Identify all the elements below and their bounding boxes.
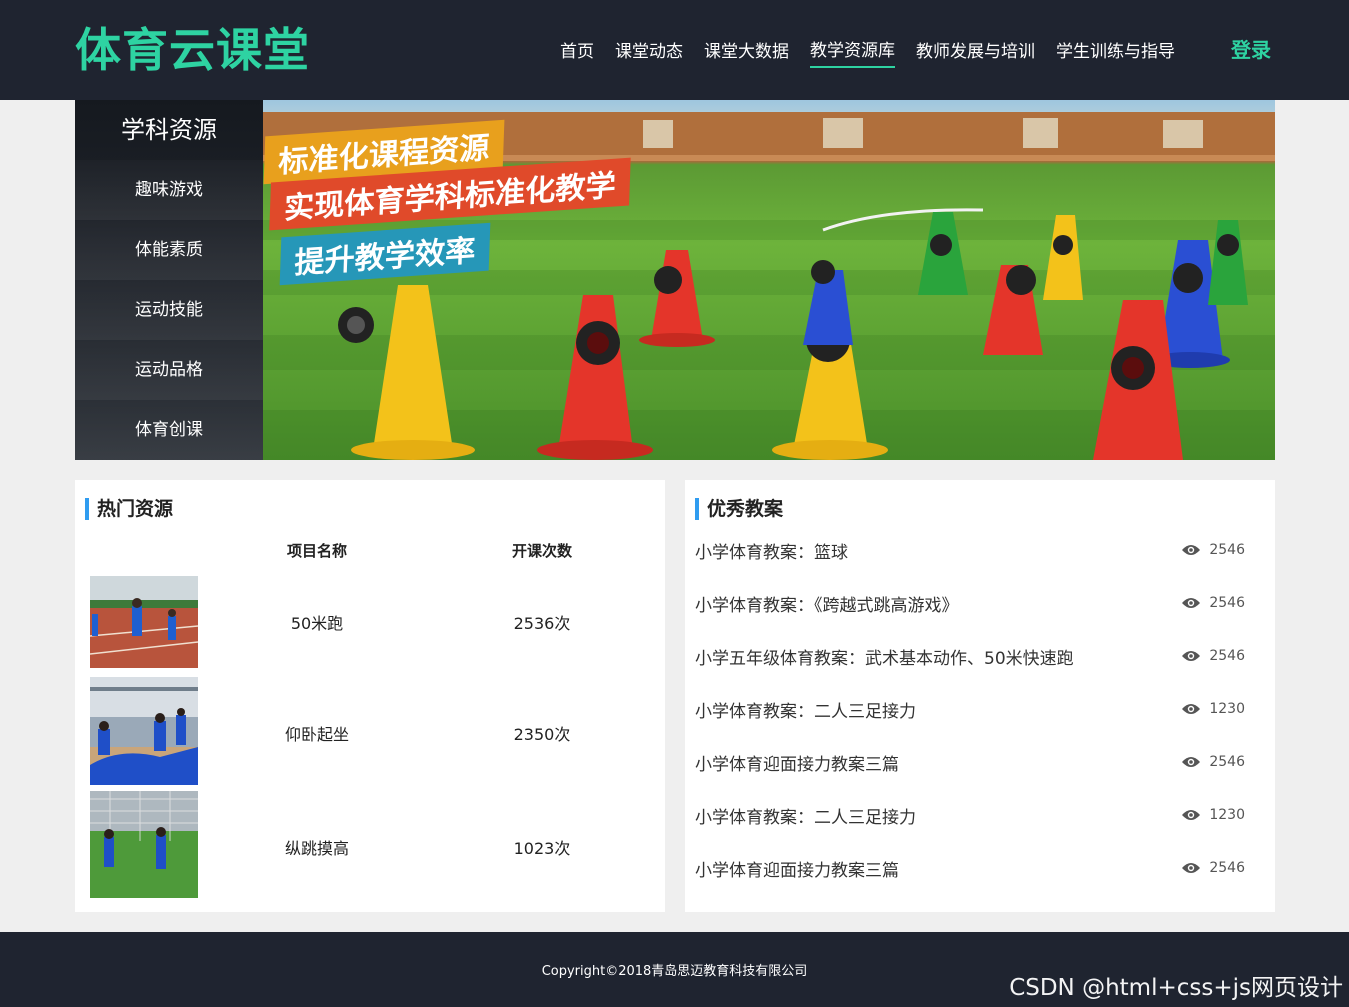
lesson-plan-title[interactable]: 小学体育教案：二人三足接力 <box>695 697 916 727</box>
view-count: 2546 <box>1181 750 1245 774</box>
eye-icon <box>1182 651 1201 661</box>
view-count: 2546 <box>1181 856 1245 880</box>
nav-item-class-big-data[interactable]: 课堂大数据 <box>704 39 789 67</box>
hot-resources-title: 热门资源 <box>85 498 173 520</box>
lesson-plan-title[interactable]: 小学体育迎面接力教案三篇 <box>695 856 899 886</box>
site-logo[interactable]: 体育云课堂 <box>75 22 310 78</box>
jump-field-photo <box>90 791 198 898</box>
view-count-value: 2546 <box>1209 542 1245 558</box>
main-nav: 首页 课堂动态 课堂大数据 教学资源库 教师发展与培训 学生训练与指导 <box>560 38 1196 68</box>
lesson-plan-title[interactable]: 小学体育教案：《跨越式跳高游戏》 <box>695 591 959 621</box>
list-item[interactable]: 小学五年级体育教案：武术基本动作、50米快速跑 2546 <box>695 644 1255 674</box>
column-header-class-count: 开课次数 <box>511 542 572 560</box>
top-header: 体育云课堂 首页 课堂动态 课堂大数据 教学资源库 教师发展与培训 学生训练与指… <box>0 0 1349 100</box>
eye-icon <box>1182 545 1201 555</box>
eye-icon <box>1182 810 1201 820</box>
hot-resources-panel: 热门资源 项目名称 开课次数 50米跑 2536次 仰卧起坐 2350次 纵跳摸… <box>75 480 665 912</box>
sidebar-item-sport-skills[interactable]: 运动技能 <box>75 280 263 340</box>
list-item[interactable]: 小学体育迎面接力教案三篇 2546 <box>695 856 1255 886</box>
list-item[interactable]: 小学体育教案：《跨越式跳高游戏》 2546 <box>695 591 1255 621</box>
sidebar-item-fun-games[interactable]: 趣味游戏 <box>75 160 263 220</box>
view-count-value: 1230 <box>1209 701 1245 717</box>
lesson-plan-title[interactable]: 小学体育迎面接力教案三篇 <box>695 750 899 780</box>
view-count-value: 1230 <box>1209 807 1245 823</box>
column-header-project-name: 项目名称 <box>286 542 347 560</box>
table-row[interactable]: 50米跑 2536次 <box>75 576 665 684</box>
lesson-plan-title[interactable]: 小学五年级体育教案：武术基本动作、50米快速跑 <box>695 644 1074 674</box>
nav-item-teaching-resources[interactable]: 教学资源库 <box>810 38 895 68</box>
view-count: 2546 <box>1181 538 1245 562</box>
view-count: 2546 <box>1181 591 1245 615</box>
nav-item-student-guidance[interactable]: 学生训练与指导 <box>1056 39 1175 67</box>
eye-icon <box>1182 863 1201 873</box>
list-item[interactable]: 小学体育迎面接力教案三篇 2546 <box>695 750 1255 780</box>
list-item[interactable]: 小学体育教案：二人三足接力 1230 <box>695 803 1255 833</box>
login-link[interactable]: 登录 <box>1231 35 1271 65</box>
resource-name: 50米跑 <box>290 614 344 633</box>
view-count-value: 2546 <box>1209 648 1245 664</box>
resource-thumbnail[interactable] <box>90 791 198 898</box>
banner: 学科资源 趣味游戏 体能素质 运动技能 运动品格 体育创课 标准化课程资源 实现… <box>75 100 1275 460</box>
situps-gym-photo <box>90 677 198 785</box>
list-item[interactable]: 小学体育教案：二人三足接力 1230 <box>695 697 1255 727</box>
resource-name: 纵跳摸高 <box>284 839 349 858</box>
excellent-lesson-plans-panel: 优秀教案 小学体育教案：篮球 2546 小学体育教案：《跨越式跳高游戏》 254… <box>685 480 1275 912</box>
cone-red-2 <box>639 250 715 347</box>
resource-thumbnail[interactable] <box>90 576 198 668</box>
resource-thumbnail[interactable] <box>90 677 198 785</box>
table-row[interactable]: 仰卧起坐 2350次 <box>75 677 665 785</box>
view-count-value: 2546 <box>1209 860 1245 876</box>
subject-resources-sidebar: 学科资源 趣味游戏 体能素质 运动技能 运动品格 体育创课 <box>75 100 263 460</box>
resource-name: 仰卧起坐 <box>284 725 349 744</box>
eye-icon <box>1182 704 1201 714</box>
view-count: 2546 <box>1181 644 1245 668</box>
sidebar-item-sport-creative[interactable]: 体育创课 <box>75 400 263 460</box>
footer: Copyright©2018青岛思迈教育科技有限公司 CSDN @html+cs… <box>0 932 1349 1007</box>
view-count: 1230 <box>1181 697 1245 721</box>
eye-icon <box>1182 757 1201 767</box>
csdn-watermark: CSDN @html+css+js网页设计 <box>1009 975 1343 1001</box>
lesson-plans-title: 优秀教案 <box>695 498 783 520</box>
nav-item-teacher-training[interactable]: 教师发展与培训 <box>916 39 1035 67</box>
table-row[interactable]: 纵跳摸高 1023次 <box>75 791 665 899</box>
list-item[interactable]: 小学体育教案：篮球 2546 <box>695 538 1255 568</box>
sidebar-item-physical-fitness[interactable]: 体能素质 <box>75 220 263 280</box>
nav-item-home[interactable]: 首页 <box>560 39 594 67</box>
nav-item-class-news[interactable]: 课堂动态 <box>615 39 683 67</box>
view-count-value: 2546 <box>1209 754 1245 770</box>
resource-count: 2350次 <box>513 725 571 744</box>
resource-count: 2536次 <box>513 614 571 633</box>
resource-count: 1023次 <box>513 839 571 858</box>
sidebar-item-sport-character[interactable]: 运动品格 <box>75 340 263 400</box>
eye-icon <box>1182 598 1201 608</box>
lesson-plan-title[interactable]: 小学体育教案：二人三足接力 <box>695 803 916 833</box>
view-count: 1230 <box>1181 803 1245 827</box>
hero-image[interactable]: 标准化课程资源 实现体育学科标准化教学 提升教学效率 <box>263 100 1275 460</box>
running-track-photo <box>90 576 198 668</box>
sidebar-title: 学科资源 <box>121 116 217 144</box>
view-count-value: 2546 <box>1209 595 1245 611</box>
lesson-plan-title[interactable]: 小学体育教案：篮球 <box>695 538 848 568</box>
